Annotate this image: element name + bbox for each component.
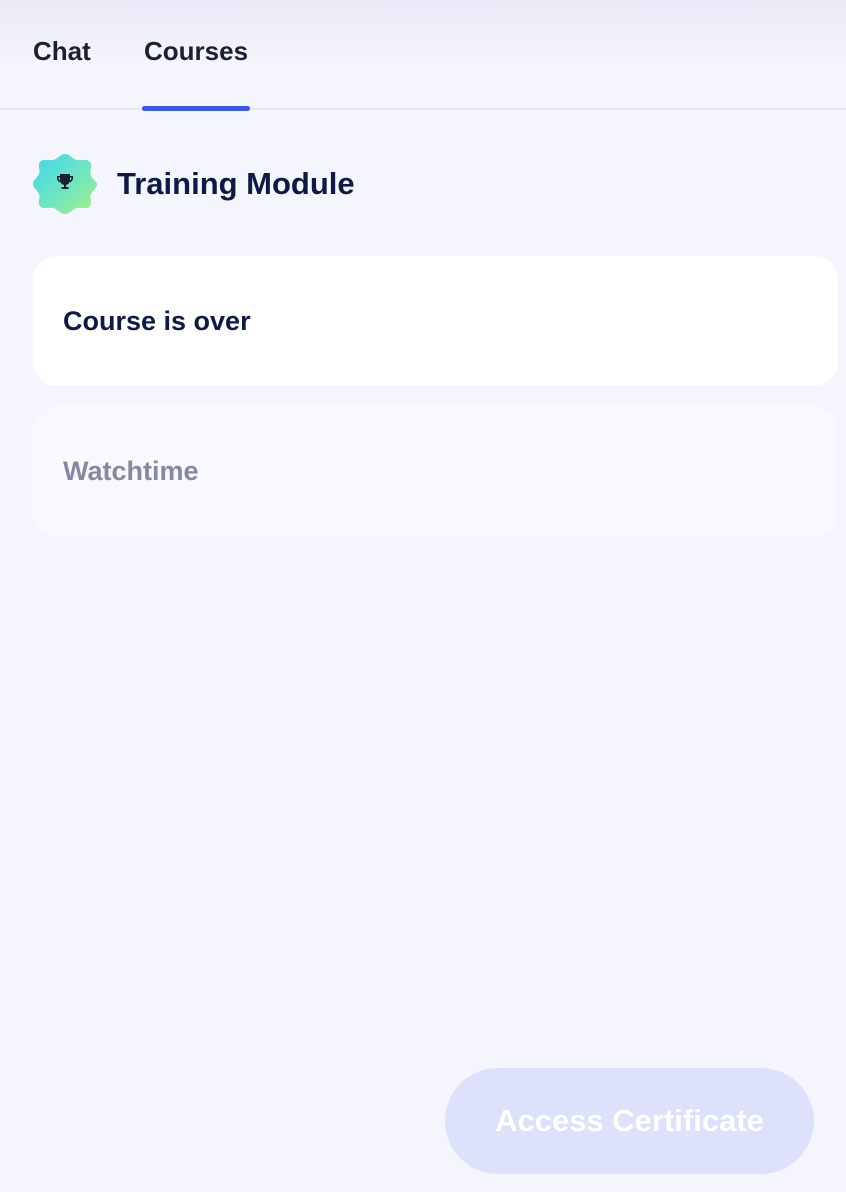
trophy-badge <box>33 152 97 216</box>
module-title: Training Module <box>117 166 355 201</box>
top-tab-bar: Chat Courses <box>0 0 846 111</box>
watchtime-card: Watchtime <box>33 406 838 536</box>
trophy-icon <box>55 172 75 197</box>
tab-courses[interactable]: Courses <box>144 36 248 67</box>
course-status-card: Course is over <box>33 256 838 386</box>
course-status-text: Course is over <box>63 305 251 336</box>
watchtime-label: Watchtime <box>63 455 199 486</box>
module-header: Training Module <box>33 152 355 216</box>
active-tab-indicator <box>142 106 250 111</box>
access-certificate-button[interactable]: Access Certificate <box>445 1068 814 1174</box>
tab-chat[interactable]: Chat <box>33 36 91 67</box>
